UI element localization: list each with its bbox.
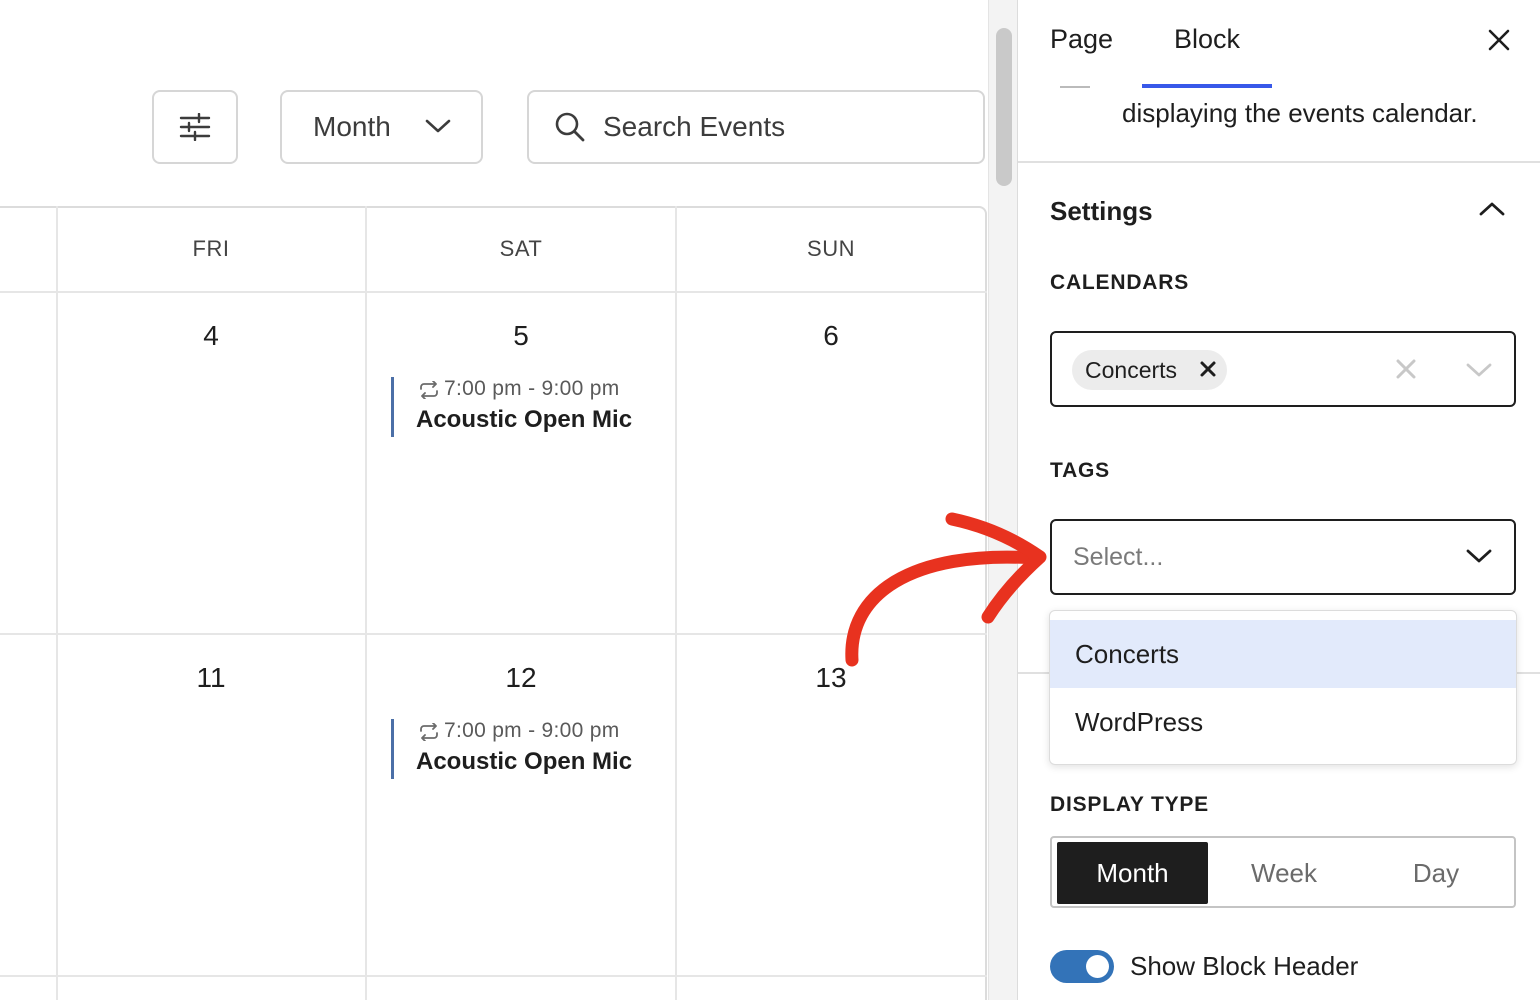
repeat-icon — [420, 381, 438, 399]
display-type-week[interactable]: Week — [1208, 842, 1360, 904]
chip-label: Concerts — [1085, 357, 1178, 383]
filter-sliders-icon — [179, 113, 211, 141]
display-type-segmented-control: Month Week Day — [1050, 836, 1516, 908]
search-input[interactable]: Search Events — [527, 90, 985, 164]
filter-button[interactable] — [152, 90, 238, 164]
search-placeholder: Search Events — [603, 111, 786, 142]
toggle-knob — [1086, 955, 1109, 978]
dropdown-option-concerts[interactable]: Concerts — [1050, 620, 1516, 688]
block-description: displaying the events calendar. — [1122, 98, 1478, 128]
tags-select[interactable]: Select... — [1050, 519, 1516, 595]
scrollbar-thumb[interactable] — [996, 28, 1012, 186]
date-number: 11 — [196, 662, 226, 693]
calendars-label: CALENDARS — [1050, 271, 1190, 294]
show-block-header-label: Show Block Header — [1130, 951, 1359, 981]
block-icon-fragment — [1060, 86, 1090, 88]
tags-placeholder: Select... — [1073, 543, 1164, 571]
repeat-icon — [420, 723, 438, 741]
event-title: Acoustic Open Mic — [416, 406, 633, 433]
display-type-day[interactable]: Day — [1360, 842, 1512, 904]
show-block-header-toggle[interactable] — [1050, 950, 1114, 983]
annotation-arrow-icon — [845, 512, 1047, 667]
chevron-down-icon[interactable] — [1466, 548, 1492, 564]
calendar-event[interactable]: 7:00 pm - 9:00 pm Acoustic Open Mic — [391, 377, 661, 437]
calendar-event[interactable]: 7:00 pm - 9:00 pm Acoustic Open Mic — [391, 719, 661, 779]
tags-dropdown-menu: Concerts WordPress — [1049, 610, 1517, 765]
event-title: Acoustic Open Mic — [416, 748, 633, 775]
day-header-fri: FRI — [192, 236, 230, 261]
chevron-up-icon[interactable] — [1478, 200, 1506, 218]
date-number: 5 — [513, 320, 529, 351]
chevron-down-icon — [425, 119, 451, 133]
view-select[interactable]: Month — [280, 90, 483, 164]
grid-divider — [0, 291, 987, 293]
tab-block[interactable]: Block — [1174, 24, 1240, 55]
active-tab-indicator — [1142, 84, 1272, 88]
event-time: 7:00 pm - 9:00 pm — [444, 719, 620, 742]
search-icon — [555, 112, 585, 142]
clear-selection-icon[interactable] — [1395, 358, 1417, 380]
event-time: 7:00 pm - 9:00 pm — [444, 377, 620, 400]
display-type-label: DISPLAY TYPE — [1050, 793, 1209, 816]
date-number: 12 — [505, 662, 537, 693]
day-header-sat: SAT — [499, 236, 543, 261]
dropdown-option-wordpress[interactable]: WordPress — [1050, 688, 1516, 756]
remove-chip-icon[interactable] — [1198, 359, 1218, 379]
tags-label: TAGS — [1050, 459, 1110, 482]
calendars-select[interactable]: Concerts — [1050, 331, 1516, 407]
date-number: 6 — [823, 320, 839, 351]
tab-page[interactable]: Page — [1050, 24, 1113, 55]
grid-divider — [0, 975, 987, 977]
display-type-month[interactable]: Month — [1057, 842, 1208, 904]
view-select-value: Month — [313, 111, 391, 142]
close-icon[interactable] — [1487, 28, 1511, 52]
date-number: 4 — [203, 320, 219, 351]
chevron-down-icon[interactable] — [1466, 362, 1492, 378]
settings-panel-title[interactable]: Settings — [1050, 196, 1153, 227]
day-header-sun: SUN — [807, 236, 855, 261]
section-divider — [1018, 161, 1540, 163]
